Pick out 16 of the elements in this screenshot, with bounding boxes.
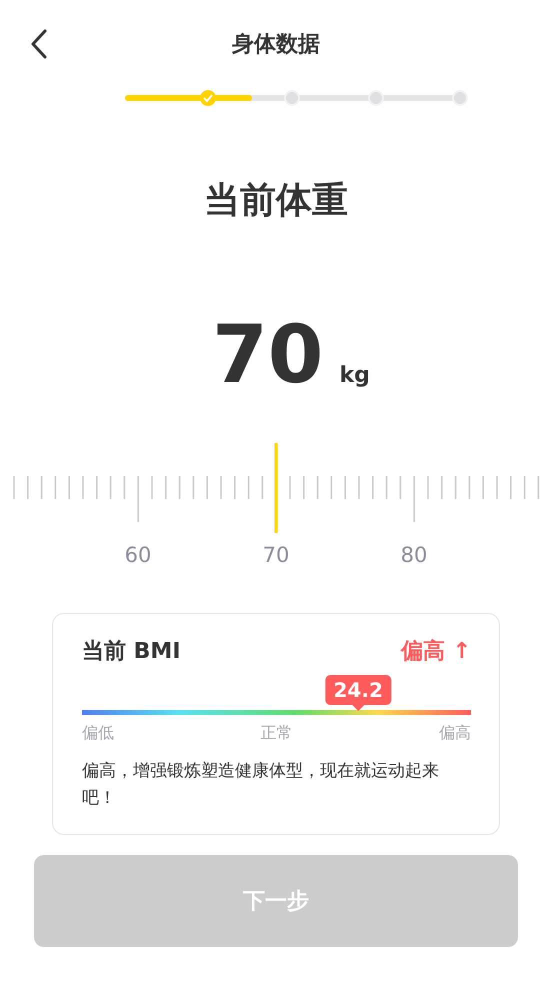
- ruler-label: 70: [262, 543, 290, 567]
- check-icon: [203, 94, 214, 102]
- question-title: 当前体重: [204, 179, 348, 223]
- ruler-label: 60: [124, 543, 152, 567]
- scale-label: 正常: [260, 723, 292, 744]
- scale-label: 偏低: [82, 723, 114, 744]
- bmi-value: 24.2: [326, 675, 391, 705]
- bmi-title: 当前 BMI: [82, 638, 181, 666]
- bmi-advice: 偏高，增强锻炼塑造健康体型，现在就运动起来吧！: [82, 760, 440, 810]
- ruler-label: 80: [400, 543, 428, 567]
- scale-label: 偏高: [439, 723, 471, 744]
- bmi-status: 偏高 ↑: [400, 638, 471, 666]
- weight-value: 70: [212, 315, 324, 395]
- weight-unit: kg: [339, 363, 370, 388]
- back-icon: [31, 29, 47, 59]
- page-title: 身体数据: [232, 31, 320, 59]
